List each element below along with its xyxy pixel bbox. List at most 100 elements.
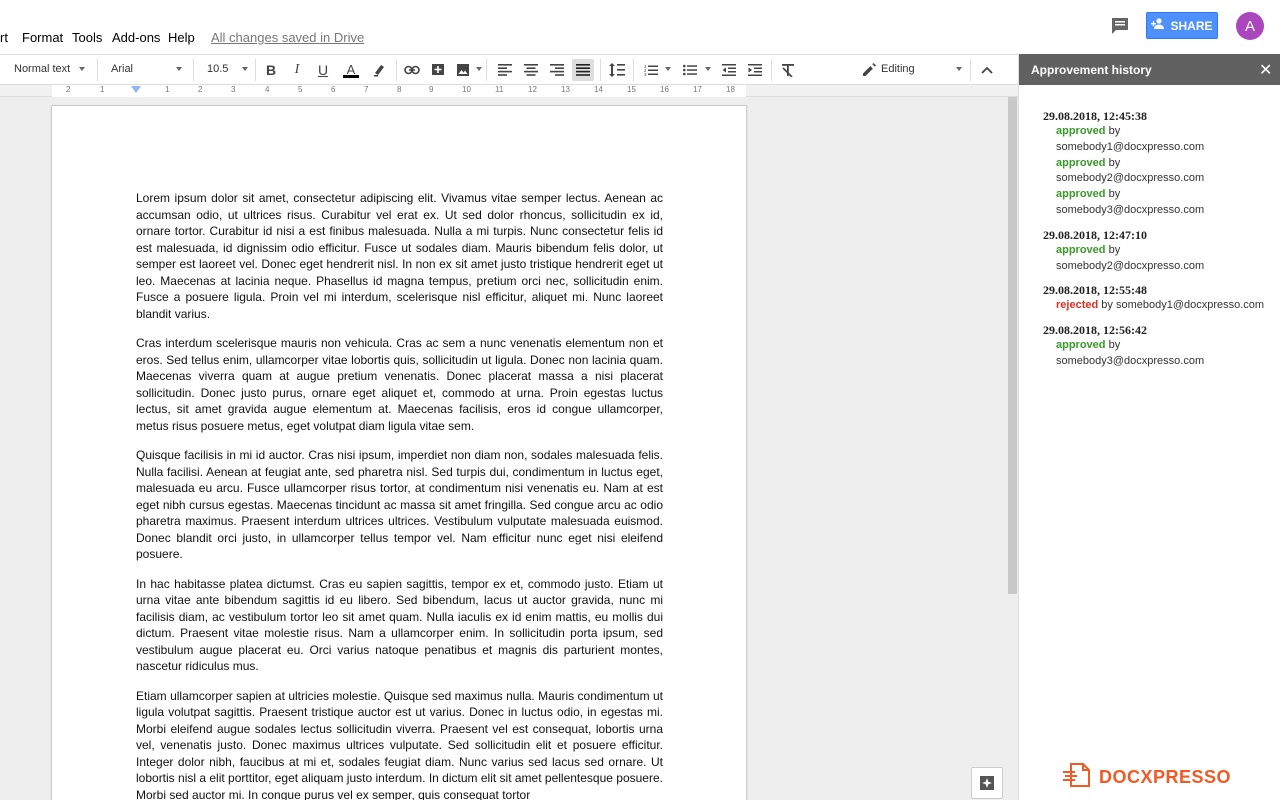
toolbar-divider	[486, 59, 487, 81]
docxpresso-logo-icon	[1063, 762, 1093, 793]
text-color-icon[interactable]: A	[340, 59, 362, 81]
ruler-label: 1	[165, 85, 170, 94]
chevron-down-icon	[476, 67, 482, 71]
ruler-label: 15	[627, 85, 636, 94]
insert-image-icon[interactable]	[452, 59, 474, 81]
align-justify-icon[interactable]	[572, 59, 594, 81]
menu-help[interactable]: Help	[168, 30, 195, 45]
history-entry: 29.08.2018, 12:45:38 approved by somebod…	[1043, 108, 1279, 219]
line-spacing-icon[interactable]	[606, 59, 628, 81]
toolbar-divider	[97, 59, 98, 81]
vertical-scrollbar[interactable]	[1008, 97, 1017, 594]
editing-mode-select[interactable]: Editing	[881, 63, 915, 75]
entry-date: 29.08.2018, 12:55:48	[1043, 283, 1147, 298]
menu-addons[interactable]: Add-ons	[112, 30, 160, 45]
status-label: approved	[1056, 125, 1106, 137]
chevron-down-icon	[956, 67, 962, 71]
comments-icon[interactable]	[1108, 14, 1132, 38]
decrease-indent-icon[interactable]	[718, 59, 740, 81]
toolbar-divider	[255, 59, 256, 81]
collapse-menu-icon[interactable]	[976, 59, 998, 81]
paragraph[interactable]: Cras interdum scelerisque mauris non veh…	[136, 335, 663, 434]
ruler-label: 17	[693, 85, 702, 94]
font-family-select[interactable]: Arial	[111, 63, 133, 75]
explore-button[interactable]	[971, 767, 1003, 799]
by-label: by	[1108, 243, 1121, 256]
user-email: somebody2@docxpresso.com	[1056, 172, 1205, 185]
align-right-icon[interactable]	[546, 59, 568, 81]
ruler: 2 1 1 2 3 4 5 6 7 8 9 10 11 12 13 14 15 …	[0, 85, 1018, 97]
status-label: rejected	[1056, 299, 1099, 312]
user-email: somebody3@docxpresso.com	[1056, 203, 1205, 216]
highlight-icon[interactable]	[368, 59, 390, 81]
bulleted-list-icon[interactable]	[679, 59, 701, 81]
ruler-label: 11	[495, 85, 504, 94]
italic-icon[interactable]: I	[286, 59, 308, 81]
toolbar-divider	[600, 59, 601, 81]
ruler-label: 16	[660, 85, 669, 94]
increase-indent-icon[interactable]	[744, 59, 766, 81]
by-label: by	[1108, 156, 1121, 169]
menu-insert[interactable]: rt	[0, 30, 8, 45]
ruler-label: 18	[726, 85, 735, 94]
status-label: approved	[1056, 339, 1106, 352]
ruler-label: 13	[561, 85, 570, 94]
document-body[interactable]: Lorem ipsum dolor sit amet, consectetur …	[136, 190, 663, 800]
history-action: approved by somebody3@docxpresso.com	[1043, 187, 1279, 219]
history-action: approved by somebody1@docxpresso.com	[1043, 124, 1279, 156]
toolbar-divider	[193, 59, 194, 81]
bold-icon[interactable]: B	[260, 59, 282, 81]
panel-title: Approvement history	[1031, 63, 1152, 77]
share-button[interactable]: SHARE	[1146, 12, 1218, 39]
font-size-select[interactable]: 10.5	[207, 63, 228, 75]
paragraph[interactable]: Quisque facilisis in mi id auctor. Cras …	[136, 447, 663, 563]
ruler-label: 8	[397, 85, 402, 94]
paragraph[interactable]: Etiam ullamcorper sapien at ultricies mo…	[136, 688, 663, 800]
brand-name: DOCXPRESSO	[1099, 767, 1232, 787]
user-email: somebody3@docxpresso.com	[1056, 354, 1205, 367]
by-label: by	[1108, 339, 1121, 352]
document-canvas: Lorem ipsum dolor sit amet, consectetur …	[0, 97, 1018, 800]
history-action: rejected by somebody1@docxpresso.com	[1043, 298, 1279, 314]
chevron-down-icon	[705, 67, 711, 71]
menu-bar: rt Format Tools Add-ons Help All changes…	[0, 0, 1280, 54]
numbered-list-icon[interactable]: 123	[640, 59, 662, 81]
brand-logo: DOCXPRESSO	[1063, 762, 1231, 793]
clear-formatting-icon[interactable]	[777, 59, 799, 81]
paragraph[interactable]: Lorem ipsum dolor sit amet, consectetur …	[136, 190, 663, 322]
align-left-icon[interactable]	[494, 59, 516, 81]
user-email: somebody1@docxpresso.com	[1056, 140, 1205, 153]
close-icon[interactable]: ✕	[1259, 60, 1272, 80]
insert-comment-icon[interactable]	[427, 59, 449, 81]
link-icon[interactable]	[401, 59, 423, 81]
history-action: approved by somebody2@docxpresso.com	[1043, 156, 1279, 188]
ruler-label: 2	[198, 85, 203, 94]
share-label: SHARE	[1170, 18, 1213, 33]
underline-icon[interactable]: U	[312, 59, 334, 81]
align-center-icon[interactable]	[520, 59, 542, 81]
history-action: approved by somebody3@docxpresso.com	[1043, 338, 1279, 370]
user-email: somebody2@docxpresso.com	[1056, 259, 1205, 272]
chevron-down-icon	[176, 67, 182, 71]
history-entry: 29.08.2018, 12:55:48 rejected by somebod…	[1043, 282, 1279, 314]
save-status-link[interactable]: All changes saved in Drive	[211, 30, 364, 45]
ruler-label: 2	[66, 85, 71, 94]
paragraph-style-select[interactable]: Normal text	[14, 63, 70, 75]
ruler-label: 5	[298, 85, 303, 94]
toolbar-divider	[970, 59, 971, 81]
user-avatar[interactable]: A	[1236, 12, 1264, 40]
paragraph[interactable]: In hac habitasse platea dictumst. Cras e…	[136, 576, 663, 675]
menu-tools[interactable]: Tools	[72, 30, 102, 45]
menu-format[interactable]: Format	[22, 30, 63, 45]
explore-icon	[980, 776, 994, 790]
add-person-icon	[1151, 18, 1165, 33]
ruler-label: 9	[429, 85, 434, 94]
by-label: by	[1101, 299, 1113, 312]
toolbar-divider	[396, 59, 397, 81]
chevron-down-icon	[242, 67, 248, 71]
status-label: approved	[1056, 188, 1106, 201]
document-page[interactable]: Lorem ipsum dolor sit amet, consectetur …	[51, 105, 747, 800]
history-list: 29.08.2018, 12:45:38 approved by somebod…	[1043, 108, 1279, 378]
ruler-label: 12	[528, 85, 537, 94]
ruler-label: 4	[265, 85, 270, 94]
